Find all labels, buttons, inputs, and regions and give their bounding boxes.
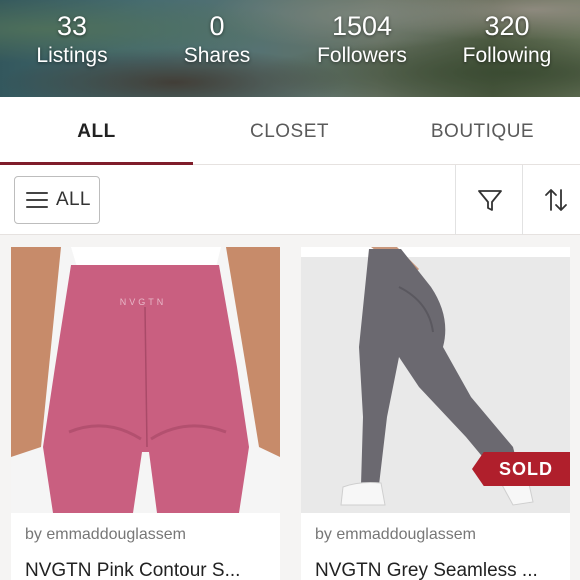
sold-badge: SOLD [472,452,570,486]
listing-title[interactable]: NVGTN Grey Seamless ... [315,560,538,580]
listing-seller[interactable]: by emmaddouglassem [315,526,476,544]
stat-value: 1504 [331,11,393,41]
stat-following[interactable]: 320 Following [437,10,577,70]
listing-title[interactable]: NVGTN Pink Contour S... [25,560,240,580]
tab-closet[interactable]: CLOSET [193,97,386,165]
listing-photo[interactable]: NVGTN [11,247,280,513]
stat-value: 33 [56,11,88,41]
tab-all[interactable]: ALL [0,97,193,165]
category-label: ALL [56,189,91,210]
stat-value: 320 [484,11,530,41]
listing-seller[interactable]: by emmaddouglassem [25,526,186,544]
stat-shares[interactable]: 0 Shares [147,10,287,70]
stat-label: Listings [36,44,108,67]
stat-label: Followers [317,44,407,67]
menu-icon [26,192,48,208]
listing-card[interactable]: SOLD by emmaddouglassem NVGTN Grey Seaml… [301,247,570,580]
profile-banner: 33 Listings 0 Shares 1504 Followers 320 … [0,0,580,97]
sort-arrows-icon[interactable] [523,165,580,235]
tab-boutique[interactable]: BOUTIQUE [386,97,579,165]
filter-bar: ALL [0,165,580,235]
stat-followers[interactable]: 1504 Followers [292,10,432,70]
listing-photo[interactable]: SOLD [301,247,570,513]
category-all-button[interactable]: ALL [14,176,100,224]
stat-label: Following [462,44,552,67]
brand-logo: NVGTN [120,297,167,307]
closet-tabs: ALL CLOSET BOUTIQUE [0,97,580,165]
divider [455,165,456,235]
filter-funnel-icon[interactable] [457,165,523,235]
stat-value: 0 [209,11,225,41]
stat-listings[interactable]: 33 Listings [2,10,142,70]
stat-label: Shares [183,44,251,67]
listing-card[interactable]: NVGTN by emmaddouglassem NVGTN Pink Cont… [11,247,280,580]
